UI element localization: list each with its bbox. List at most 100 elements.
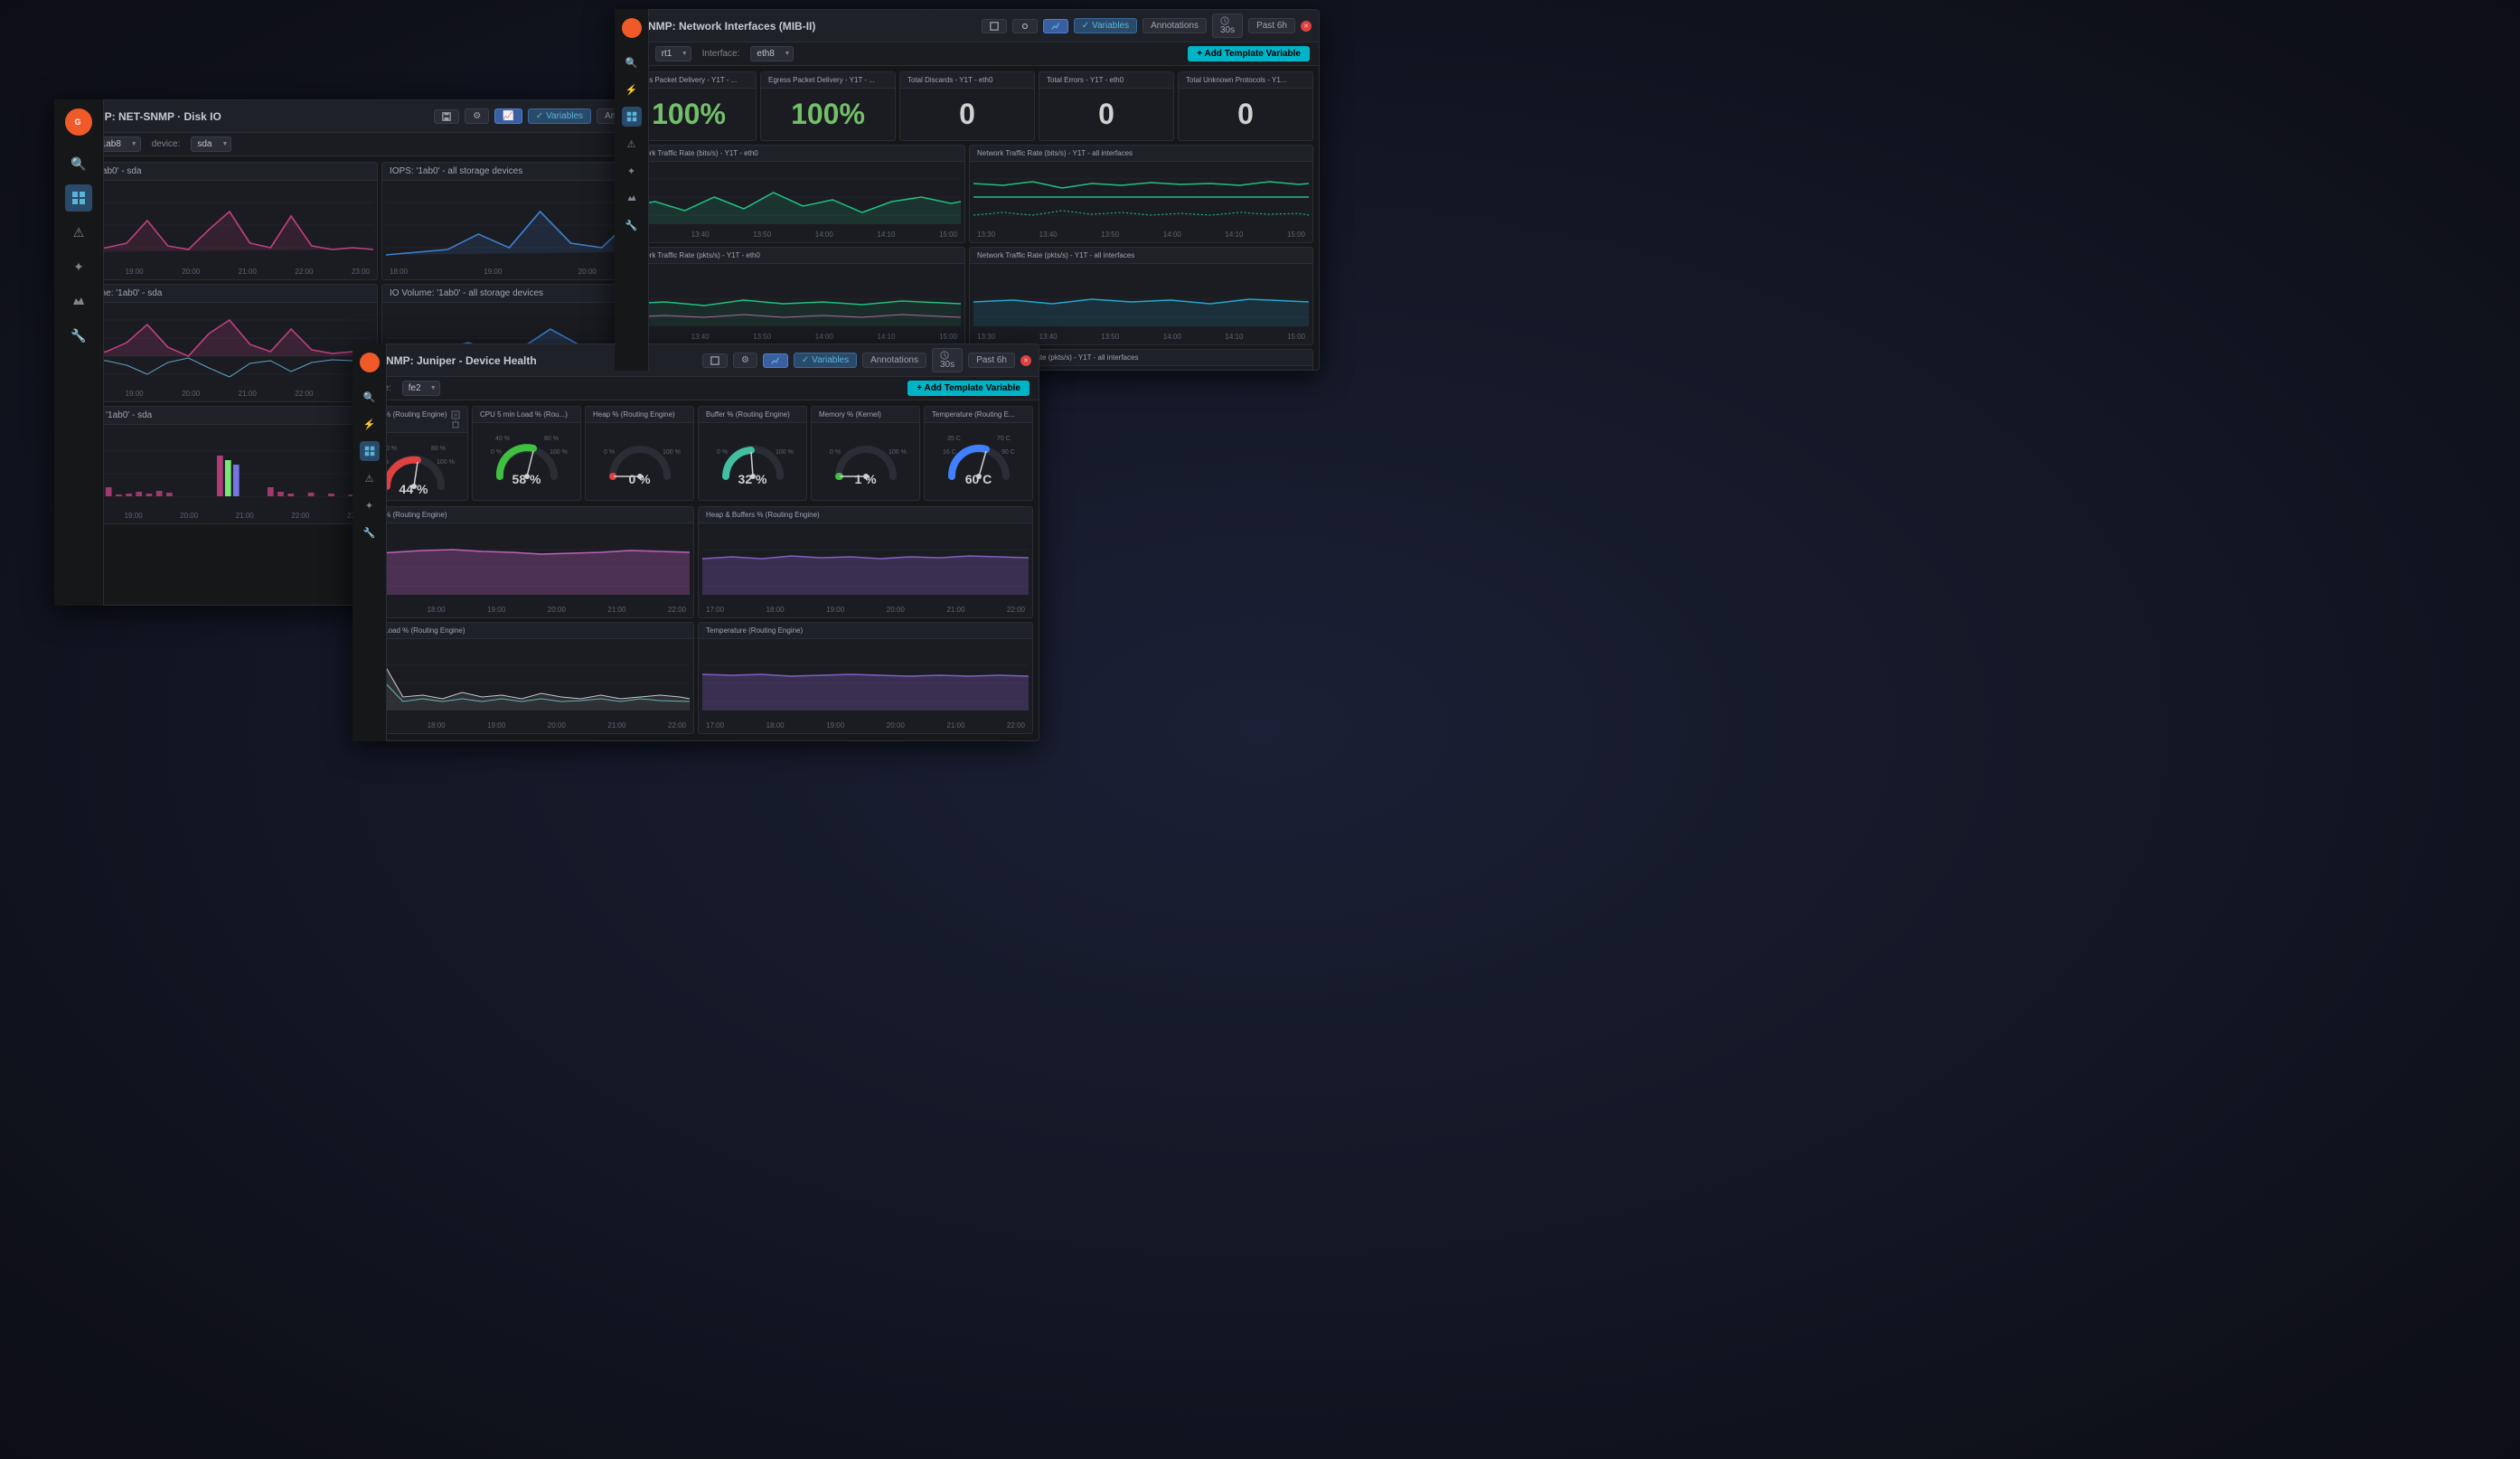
- stat-errors: Total Errors - Y1T - eth0 0: [1039, 71, 1174, 141]
- net-bolt[interactable]: ⚡: [622, 80, 642, 99]
- add-template-btn[interactable]: + Add Template Variable: [1188, 46, 1310, 61]
- jun-settings-btn[interactable]: ⚙: [733, 353, 757, 368]
- gauge-buffer-panel: Buffer % (Routing Engine) 0 % 100 % 32 %: [698, 406, 807, 501]
- jun-dashboard[interactable]: [360, 441, 380, 461]
- jun-heap-chart-header: Heap & Buffers % (Routing Engine): [699, 507, 1032, 523]
- gauge-heap-header: Heap % (Routing Engine): [586, 407, 693, 423]
- disk-var-row: host: 1ab8 device: sda: [55, 133, 704, 156]
- net-range-btn[interactable]: Past 6h: [1248, 18, 1295, 33]
- net-traffic-eth0-content: 13:3013:4013:5014:0014:1015:00: [622, 162, 964, 242]
- net-annotations-btn[interactable]: Annotations: [1142, 18, 1207, 33]
- disk-save-btn[interactable]: [434, 109, 459, 124]
- svg-text:80 %: 80 %: [431, 446, 446, 452]
- jun-add-template-btn[interactable]: + Add Template Variable: [907, 381, 1030, 396]
- disk-settings-btn[interactable]: ⚙: [465, 108, 489, 124]
- sidebar-alert[interactable]: ⚠: [65, 219, 92, 246]
- net-host-select-wrap[interactable]: rt1: [655, 46, 691, 61]
- jun-star[interactable]: ✦: [360, 495, 380, 515]
- net-alert[interactable]: ⚠: [622, 134, 642, 154]
- gauge-temp-value: 60 C: [965, 472, 992, 486]
- stat-egress-header: Egress Packet Delivery - Y1T - ...: [761, 72, 895, 89]
- jun-tools[interactable]: 🔧: [360, 522, 380, 542]
- disk-device-select[interactable]: sda: [191, 136, 231, 152]
- net-iface-select-wrap[interactable]: eth8: [750, 46, 794, 61]
- jun-time-btn[interactable]: 30s: [932, 348, 963, 372]
- net-iface-select[interactable]: eth8: [750, 46, 794, 61]
- net-variables-btn[interactable]: ✓ Variables: [1074, 18, 1137, 33]
- jun-graph-btn[interactable]: [763, 353, 788, 368]
- stat-unknown: Total Unknown Protocols - Y1... 0: [1178, 71, 1313, 141]
- juniper-grafana-logo[interactable]: [360, 353, 380, 372]
- network-charts-row1: Network Traffic Rate (bits/s) - Y1T - et…: [621, 145, 1313, 243]
- jun-heap-chart-content: 17:0018:0019:0020:0021:0022:00: [699, 523, 1032, 617]
- net-host-select[interactable]: rt1: [655, 46, 691, 61]
- net-close-btn[interactable]: ✕: [1301, 21, 1312, 32]
- gauge-buffer-value: 32 %: [738, 472, 767, 486]
- network-content: Ingress Packet Delivery - Y1T - ... 100%…: [616, 66, 1319, 371]
- jun-search[interactable]: 🔍: [360, 387, 380, 407]
- jun-range-btn[interactable]: Past 6h: [968, 353, 1015, 368]
- svg-text:100 %: 100 %: [437, 459, 455, 466]
- network-title: SNMP: Network Interfaces (MIB-II): [641, 20, 976, 33]
- iovol-sda-chart: [65, 306, 373, 388]
- jun-heap-times: 17:0018:0019:0020:0021:0022:00: [702, 606, 1029, 614]
- sidebar-search[interactable]: 🔍: [65, 150, 92, 177]
- net-graph-btn[interactable]: [1043, 19, 1068, 33]
- jun-temp-chart-svg: [702, 643, 1029, 720]
- svg-text:0 %: 0 %: [717, 449, 728, 456]
- disk-variables-btn[interactable]: ✓ Variables: [528, 108, 591, 124]
- svg-text:100 %: 100 %: [663, 449, 681, 456]
- jun-temp-chart-header: Temperature (Routing Engine): [699, 623, 1032, 639]
- svg-text:100 %: 100 %: [889, 449, 907, 456]
- jun-cpu-chart-svg: [363, 527, 690, 604]
- net-pkts-all-chart: [973, 268, 1309, 331]
- jun-annotations-btn[interactable]: Annotations: [862, 353, 926, 368]
- net-star[interactable]: ✦: [622, 161, 642, 181]
- svg-text:100 %: 100 %: [776, 449, 794, 456]
- net-pkts-eth0-panel: Network Traffic Rate (pkts/s) - Y1T - et…: [621, 247, 965, 345]
- trash-icon[interactable]: [451, 419, 460, 428]
- grafana-logo[interactable]: G: [65, 108, 92, 136]
- net-pkts-eth0-times: 13:3013:4013:5014:0014:1015:00: [625, 333, 961, 341]
- sidebar-dashboard[interactable]: [65, 184, 92, 212]
- jun-variables-btn[interactable]: ✓ Variables: [794, 353, 857, 368]
- net-settings-btn[interactable]: [1012, 19, 1038, 33]
- stat-unknown-value: 0: [1179, 89, 1312, 140]
- net-all-times: 13:3013:4013:5014:0014:1015:00: [973, 231, 1309, 239]
- net-crown[interactable]: [622, 188, 642, 208]
- net-pkts-all-header: Network Traffic Rate (pkts/s) - Y1T - al…: [970, 248, 1312, 264]
- edit-icon[interactable]: [451, 410, 460, 419]
- jun-save-btn[interactable]: [702, 353, 728, 368]
- jun-device-select-wrap[interactable]: fe2: [402, 381, 440, 396]
- net-pkts-all-content: 13:3013:4013:5014:0014:1015:00: [970, 264, 1312, 344]
- network-grafana-logo[interactable]: [622, 18, 642, 38]
- network-charts-row2: Network Traffic Rate (pkts/s) - Y1T - et…: [621, 247, 1313, 345]
- gauge-cpu5-container: 0 % 100 % 40 % 80 % 58 %: [473, 423, 580, 490]
- net-save-btn[interactable]: [982, 19, 1007, 33]
- sidebar-crown[interactable]: [65, 287, 92, 315]
- gauge-heap-panel: Heap % (Routing Engine) 0 % 100 % 0 %: [585, 406, 694, 501]
- disk-device-select-wrap[interactable]: sda: [191, 136, 231, 152]
- net-tools[interactable]: 🔧: [622, 215, 642, 235]
- juniper-sidebar: 🔍 ⚡ ⚠ ✦ 🔧: [353, 344, 387, 741]
- ioload-chart: [65, 428, 369, 510]
- jun-close-btn[interactable]: ✕: [1020, 355, 1031, 366]
- sidebar-tools[interactable]: 🔧: [65, 322, 92, 349]
- net-dashboard[interactable]: [622, 107, 642, 127]
- jun-cpuload-chart-svg: [363, 643, 690, 720]
- gauge-cpu5-panel: CPU 5 min Load % (Rou...) 0 % 100 % 40 %…: [472, 406, 581, 501]
- jun-device-select[interactable]: fe2: [402, 381, 440, 396]
- net-search[interactable]: 🔍: [622, 52, 642, 72]
- jun-bolt[interactable]: ⚡: [360, 414, 380, 434]
- sidebar-star[interactable]: ✦: [65, 253, 92, 280]
- net-pkts-eth0-content: 13:3013:4013:5014:0014:1015:00: [622, 264, 964, 344]
- jun-temp-chart-content: 17:0018:0019:0020:0021:0022:00: [699, 639, 1032, 733]
- disk-graph-btn[interactable]: 📈: [494, 108, 522, 124]
- stat-egress: Egress Packet Delivery - Y1T - ... 100%: [760, 71, 896, 141]
- svg-text:35 C: 35 C: [947, 436, 961, 442]
- svg-text:40 %: 40 %: [495, 436, 510, 442]
- svg-text:100 %: 100 %: [550, 449, 568, 456]
- net-time-btn[interactable]: 30s: [1212, 14, 1243, 38]
- jun-heap-chart-panel: Heap & Buffers % (Routing Engine) 17:001…: [698, 506, 1033, 618]
- jun-alert[interactable]: ⚠: [360, 468, 380, 488]
